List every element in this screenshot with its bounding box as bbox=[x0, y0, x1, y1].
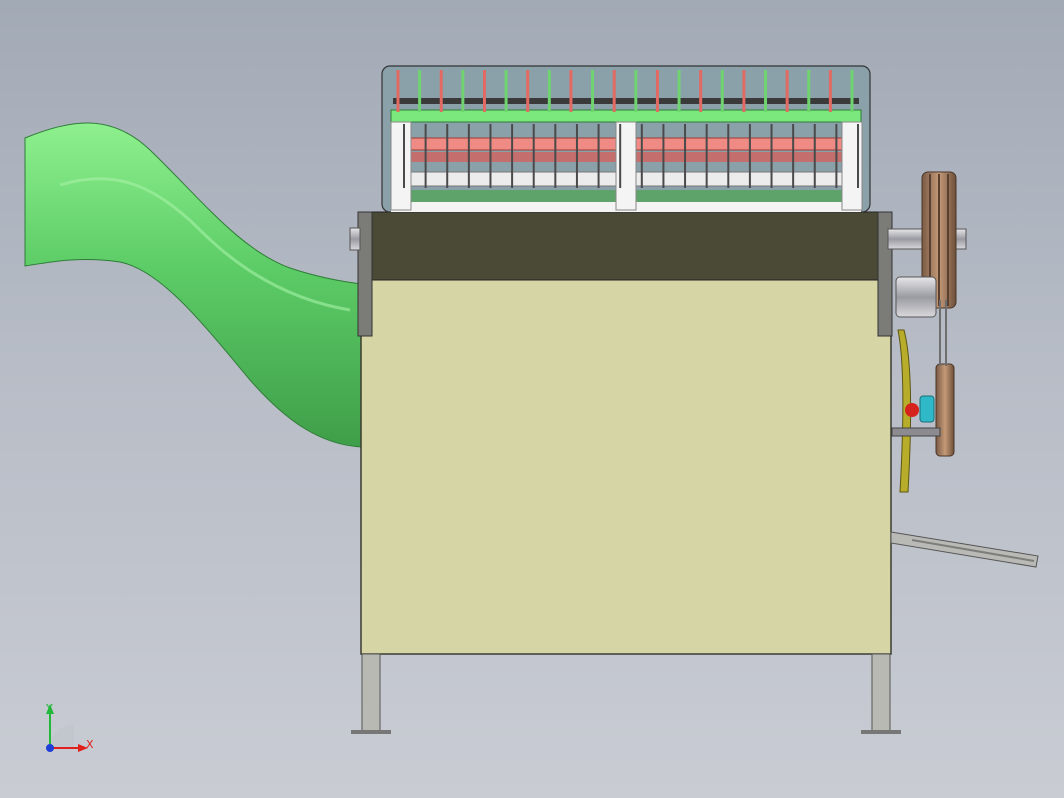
axis-y-label: Y bbox=[45, 702, 53, 715]
axis-triad: Y X bbox=[45, 702, 94, 752]
feed-chute[interactable] bbox=[24, 122, 363, 448]
cad-viewport[interactable]: Y X bbox=[0, 0, 1064, 798]
machine-legs bbox=[351, 653, 901, 734]
outlet-trough[interactable] bbox=[890, 531, 1039, 568]
machine-body[interactable] bbox=[360, 277, 892, 655]
needle-cage[interactable] bbox=[381, 65, 871, 213]
drive-assembly[interactable] bbox=[887, 171, 967, 493]
axis-x-label: X bbox=[86, 738, 94, 751]
